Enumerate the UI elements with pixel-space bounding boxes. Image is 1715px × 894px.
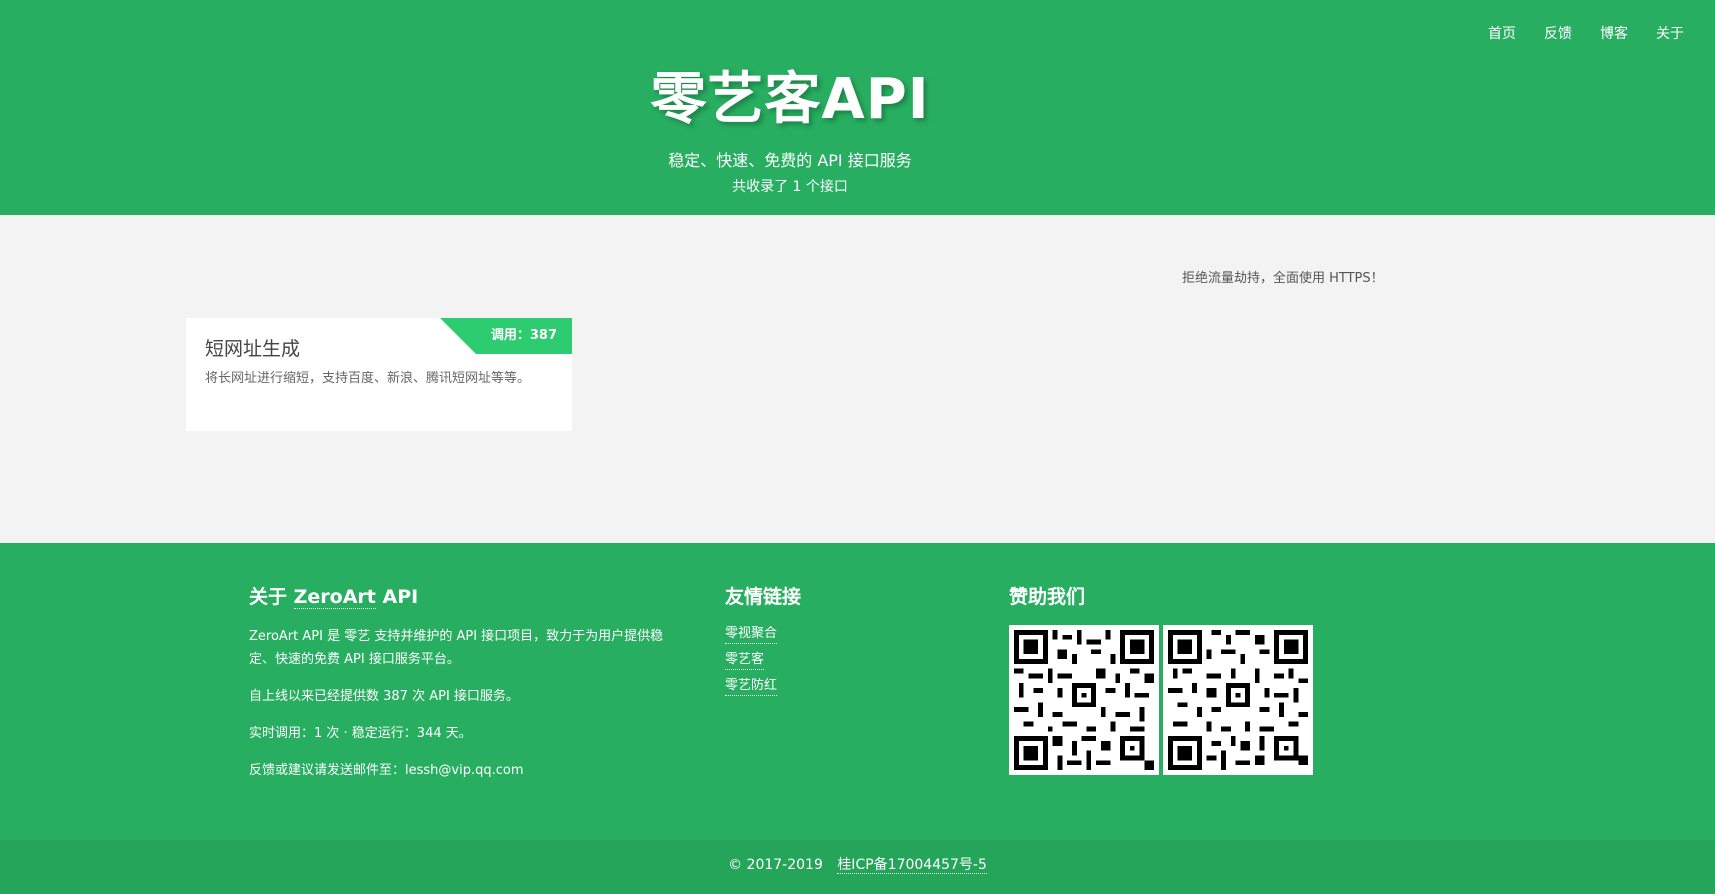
qr-code-2 bbox=[1163, 625, 1313, 775]
nav-blog-link[interactable]: 博客 bbox=[1585, 24, 1641, 44]
api-card[interactable]: 调用：387 短网址生成 将长网址进行缩短，支持百度、新浪、腾讯短网址等等。 bbox=[186, 318, 572, 431]
site-subtitle: 稳定、快速、免费的 API 接口服务 bbox=[668, 151, 912, 170]
https-note: 拒绝流量劫持，全面使用 HTTPS！ bbox=[1182, 271, 1384, 286]
qr-codes bbox=[1009, 625, 1313, 775]
call-count-badge: 调用：387 bbox=[440, 318, 572, 354]
qr-code-1 bbox=[1009, 625, 1159, 775]
footer-about: 关于 ZeroArt API ZeroArt API 是 零艺 支持并维护的 A… bbox=[249, 583, 689, 796]
site-branding: 零艺客API 稳定、快速、免费的 API 接口服务 共收录了 1 个接口 bbox=[0, 60, 1715, 197]
footer-friend-links: 友情链接 零视聚合 零艺客 零艺防红 bbox=[725, 583, 801, 703]
main-content: 拒绝流量劫持，全面使用 HTTPS！ 调用：387 短网址生成 将长网址进行缩短… bbox=[0, 215, 1715, 543]
about-heading: 关于 ZeroArt API bbox=[249, 583, 689, 611]
nav-about-link[interactable]: 关于 bbox=[1641, 24, 1697, 44]
icp-link[interactable]: 桂ICP备17004457号-5 bbox=[837, 857, 987, 874]
footer-sponsor: 赞助我们 bbox=[1009, 583, 1313, 775]
about-heading-prefix: 关于 bbox=[249, 586, 294, 608]
about-service-count: 自上线以来已经提供数 387 次 API 接口服务。 bbox=[249, 689, 519, 704]
zeroart-link[interactable]: ZeroArt bbox=[293, 586, 376, 609]
copyright-text: © 2017-2019 bbox=[728, 857, 823, 873]
friend-link-fanghong[interactable]: 零艺防红 bbox=[725, 677, 778, 696]
site-title[interactable]: 零艺客API bbox=[0, 60, 1715, 140]
nav-feedback-link[interactable]: 反馈 bbox=[1529, 24, 1585, 44]
links-heading: 友情链接 bbox=[725, 586, 802, 608]
about-realtime-stats: 实时调用：1 次 · 稳定运行：344 天。 bbox=[249, 726, 472, 741]
friend-link-lingshi[interactable]: 零视聚合 bbox=[725, 625, 778, 644]
nav-home-link[interactable]: 首页 bbox=[1473, 24, 1529, 44]
api-card-description: 将长网址进行缩短，支持百度、新浪、腾讯短网址等等。 bbox=[205, 371, 531, 386]
friend-link-lingyike[interactable]: 零艺客 bbox=[725, 651, 765, 670]
top-nav: 首页 反馈 博客 关于 bbox=[1473, 24, 1697, 44]
site-header: 首页 反馈 博客 关于 零艺客API 稳定、快速、免费的 API 接口服务 共收… bbox=[0, 0, 1715, 215]
api-count: 共收录了 1 个接口 bbox=[732, 179, 848, 195]
about-feedback-email: 反馈或建议请发送邮件至：lessh@vip.qq.com bbox=[249, 763, 524, 778]
site-footer: 关于 ZeroArt API ZeroArt API 是 零艺 支持并维护的 A… bbox=[0, 543, 1715, 840]
copyright-bar: © 2017-2019 桂ICP备17004457号-5 bbox=[0, 840, 1715, 894]
sponsor-heading: 赞助我们 bbox=[1009, 586, 1086, 608]
api-card-title[interactable]: 短网址生成 bbox=[205, 336, 300, 362]
about-description: ZeroArt API 是 零艺 支持并维护的 API 接口项目，致力于为用户提… bbox=[249, 629, 664, 667]
about-heading-suffix: API bbox=[375, 586, 419, 608]
